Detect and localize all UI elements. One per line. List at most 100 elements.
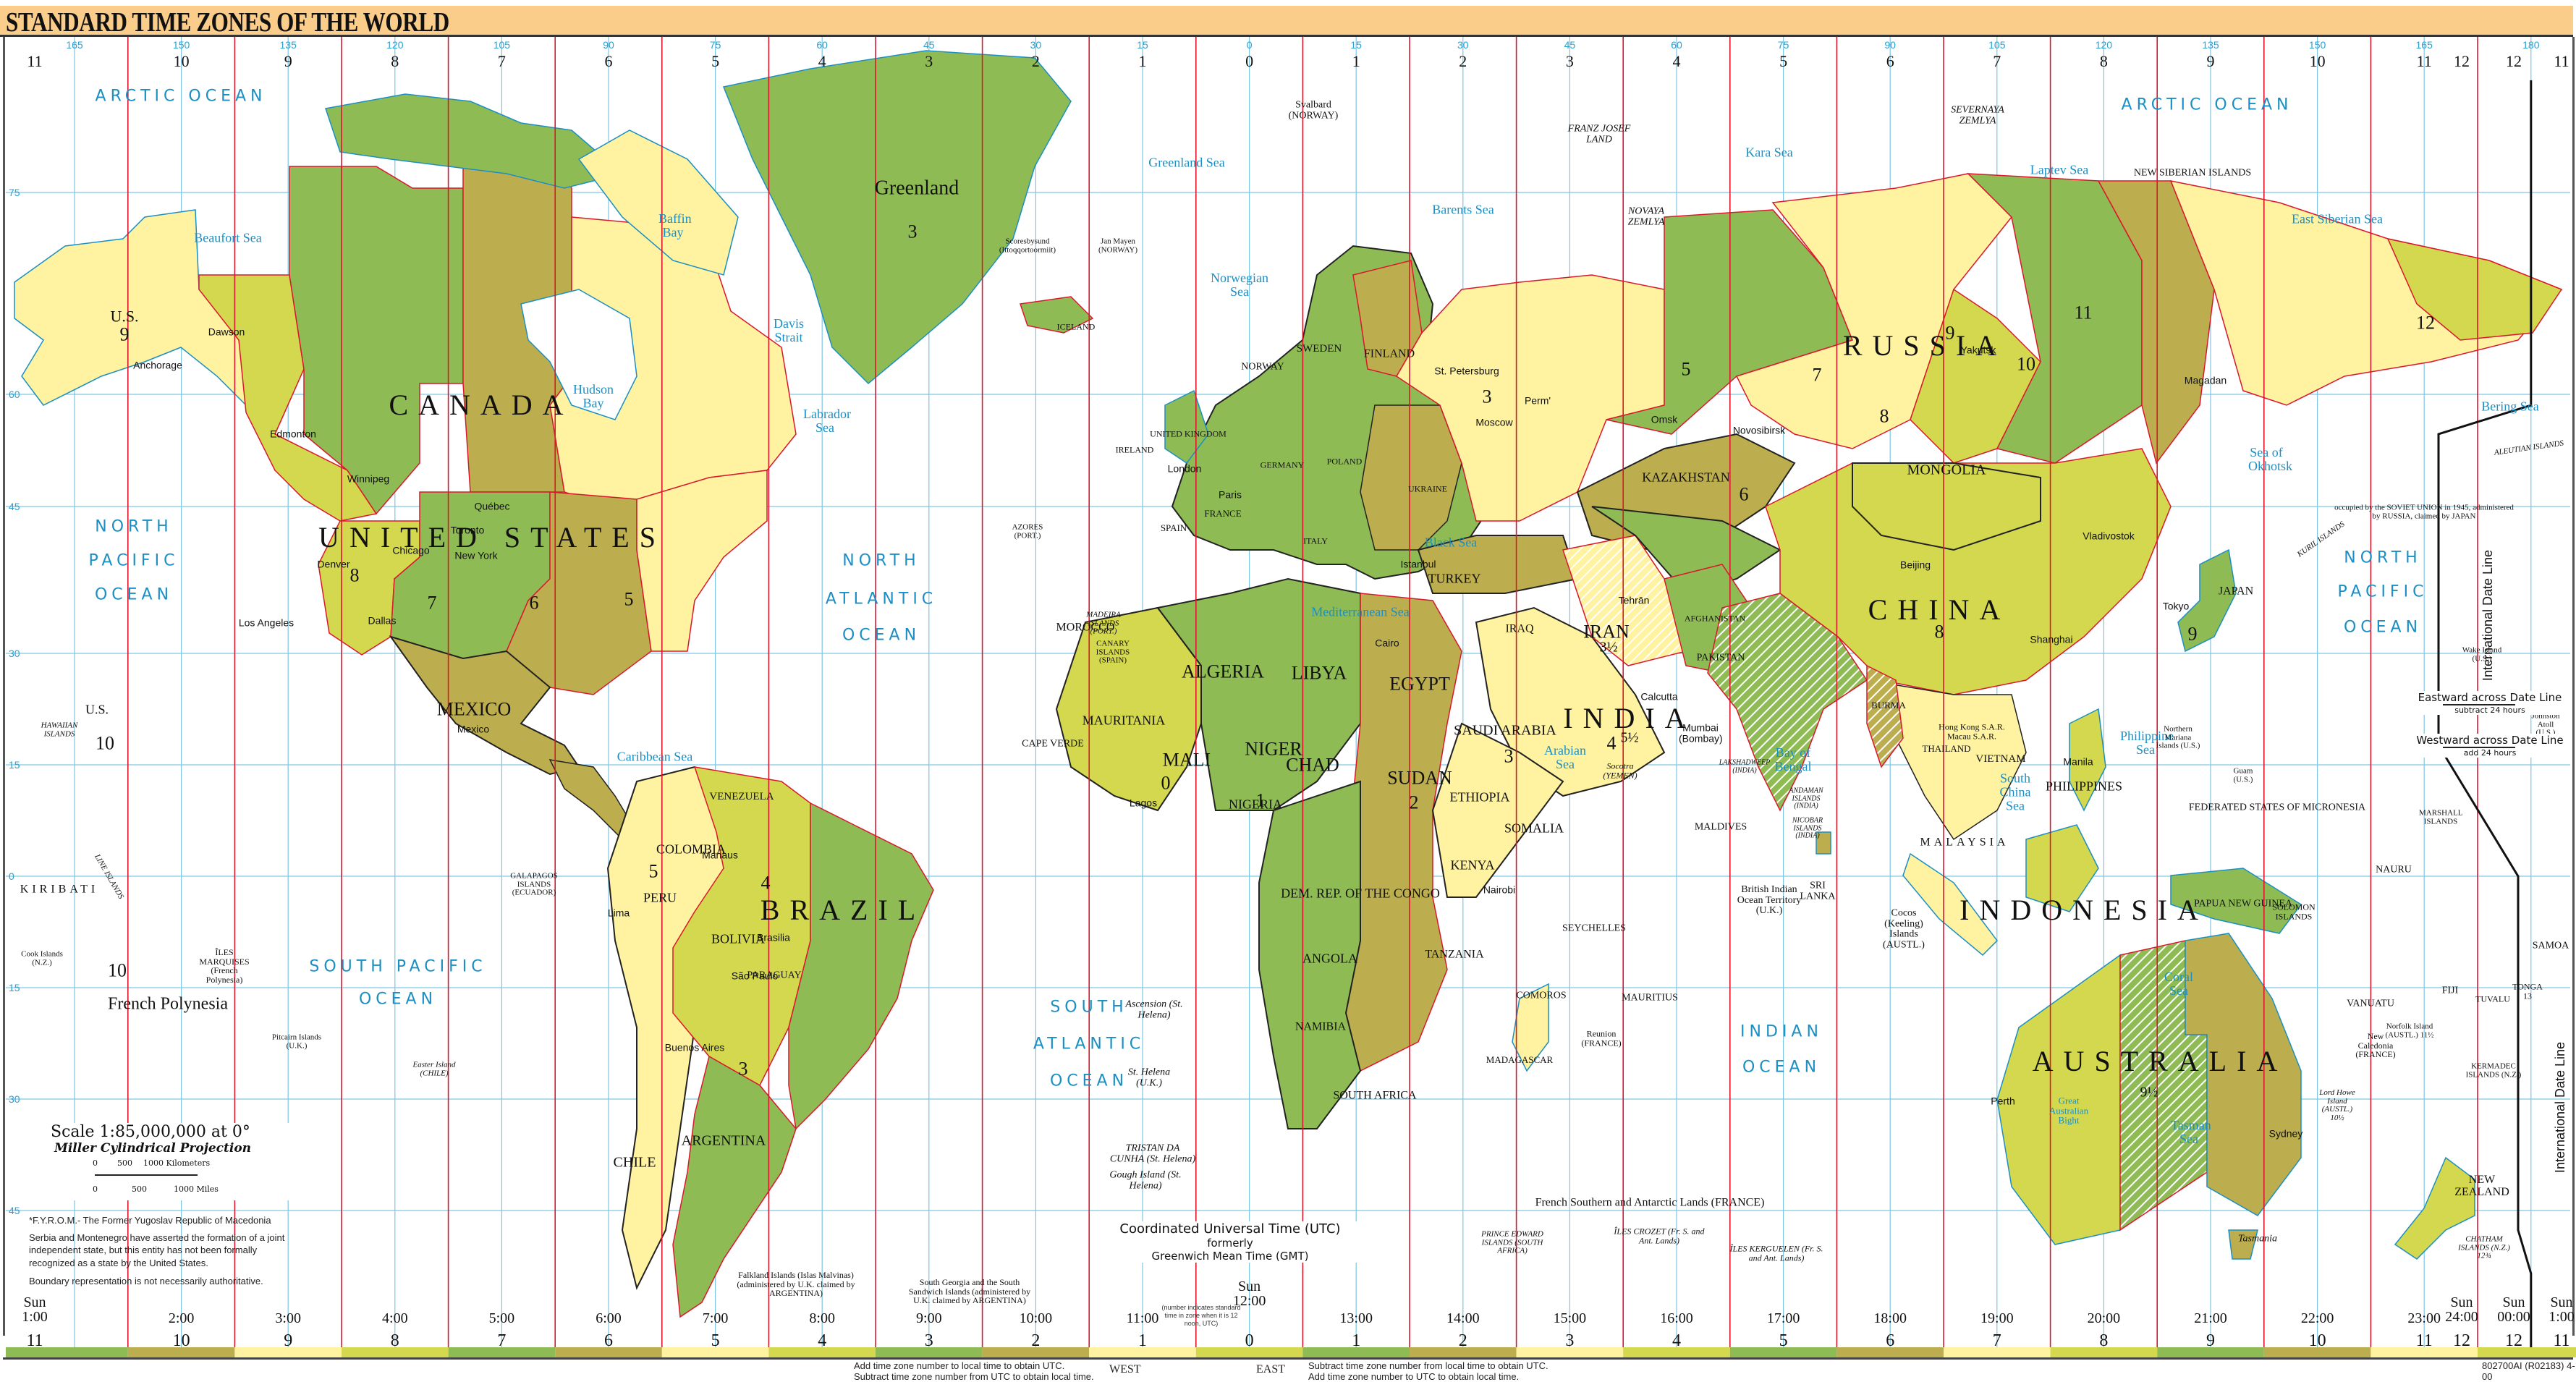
country-label: Greenland: [874, 177, 959, 200]
sea-label: Mediterranean Sea: [1311, 604, 1410, 619]
top-zone-number: 11: [2416, 52, 2432, 70]
sea-label: Great Australian Bight: [2048, 1095, 2089, 1126]
bottom-zone-number: 7: [1992, 1331, 2001, 1350]
ocean-label: ATLANTIC: [1033, 1035, 1145, 1054]
city-label: Mumbai (Bombay): [1679, 721, 1723, 744]
island-label: MADEIRA ISLANDS (PORT.): [1086, 610, 1121, 636]
zone-number: 8: [1879, 405, 1889, 427]
ocean-label: OCEAN: [1742, 1058, 1821, 1077]
island-label: COMOROS: [1516, 990, 1567, 1001]
bottom-zone-number: 12: [2505, 1331, 2522, 1350]
city-label: Buenos Aires: [664, 1041, 725, 1054]
country-label: SOUTH AFRICA: [1333, 1089, 1417, 1102]
ocean-label: PACIFIC: [88, 551, 179, 570]
country-label: MONGOLIA: [1907, 462, 1986, 478]
bottom-time-label: 4:00: [382, 1311, 408, 1326]
country-label: U.S.: [85, 702, 109, 717]
time-label: 5:00: [488, 1310, 515, 1326]
bottom-zone-number: 8: [2099, 1331, 2109, 1350]
bottom-time-label: 5:00: [489, 1311, 515, 1326]
westward-label: Westward across Date Line: [2416, 734, 2564, 747]
time-label: 17:00: [1766, 1310, 1800, 1326]
top-zone-number: 6: [1886, 52, 1894, 70]
island-label: occupied by the SOVIET UNION in 1945, ad…: [2334, 503, 2514, 520]
island-label: St. Helena (U.K.): [1127, 1067, 1171, 1088]
country-label: KIRIBATI: [20, 883, 99, 896]
land-africa-west: [1055, 606, 1202, 812]
island-label: TONGA 13: [2512, 981, 2543, 1001]
zone-number: 3½: [1599, 639, 1618, 656]
country-label: CHAD: [1286, 754, 1339, 776]
east-line1: Subtract time zone number from local tim…: [1308, 1360, 1548, 1371]
country-label: SUDAN: [1387, 767, 1452, 789]
island-label: Guam (U.S.): [2233, 766, 2253, 784]
bottom-time-label: 19:00: [1980, 1311, 2014, 1326]
longitude-tick-label: 105: [1988, 39, 2006, 51]
bottom-zone-number: 7: [497, 1331, 507, 1350]
ocean-label: NORTH: [842, 551, 920, 570]
latitude-tick-label: 30: [9, 648, 20, 659]
sea-label: Black Sea: [1424, 535, 1478, 550]
bottom-time-label: Sun 12:00: [1233, 1279, 1266, 1308]
longitude-tick-label: 75: [1777, 39, 1789, 51]
zone-number: 10: [2017, 353, 2035, 375]
country-label: SAUDI ARABIA: [1454, 722, 1556, 739]
island-label: LAKSHADWEEP (INDIA): [1719, 758, 1771, 774]
bottom-zone-number: 5: [1779, 1331, 1788, 1350]
bottom-zone-number: 6: [604, 1331, 613, 1350]
top-zone-number: 0: [1245, 52, 1254, 70]
bottom-time-label: 13:00: [1339, 1311, 1373, 1326]
island-label: ÎLES KERGUELEN (Fr. S. and Ant. Lands): [1729, 1243, 1823, 1263]
country-label: NEW ZEALAND: [2454, 1174, 2509, 1198]
longitude-tick-label: 165: [66, 39, 83, 51]
island-label: HAWAIIAN ISLANDS: [41, 721, 78, 738]
bottom-zone-number: 1: [1352, 1331, 1361, 1350]
sea-label: Sea of Okhotsk: [2248, 445, 2293, 473]
country-label: IRELAND: [1115, 444, 1154, 455]
utc-line2: formerly: [1207, 1237, 1253, 1250]
scale-km-tick: 1000 Kilometers: [143, 1158, 211, 1168]
country-label: ALGERIA: [1181, 661, 1265, 682]
time-label: 13:00: [1339, 1310, 1373, 1326]
zone-number: 7: [427, 592, 437, 614]
island-label: British Indian Ocean Territory (U.K.): [1737, 883, 1802, 917]
city-label: Dallas: [368, 614, 397, 627]
island-label: Pitcairn Islands (U.K.): [271, 1033, 322, 1050]
sea-label: Bay of Bengal: [1774, 745, 1812, 773]
west-line1: Add time zone number to local time to ob…: [854, 1360, 1065, 1371]
ocean-label: OCEAN: [2343, 618, 2423, 637]
time-label: 20:00: [2087, 1310, 2121, 1326]
longitude-tick-label: 120: [386, 39, 404, 51]
bottom-time-label: Sun 1:00: [22, 1295, 48, 1324]
band-bottom-rule: [3, 1357, 2573, 1360]
city-label: Toronto: [450, 524, 485, 536]
island-label: CANARY ISLANDS (SPAIN): [1096, 639, 1130, 665]
country-label: FINLAND: [1363, 347, 1415, 360]
country-label: PERU: [643, 890, 677, 905]
country-label: MALI: [1162, 749, 1211, 771]
island-label: FIJI: [2441, 985, 2459, 996]
city-label: Shanghai: [2030, 633, 2073, 645]
city-label: São Paulo: [731, 970, 779, 982]
ocean-label: ARCTIC OCEAN: [95, 87, 267, 106]
day-label: Sun: [2502, 1294, 2525, 1310]
day-label: Sun: [23, 1294, 46, 1310]
zone-number: 7: [1812, 364, 1822, 386]
longitude-tick-label: 15: [1137, 39, 1148, 51]
country-label: MAURITANIA: [1082, 713, 1166, 728]
bottom-time-label: Sun 00:00: [2497, 1295, 2530, 1324]
east-instructions: Subtract time zone number from local tim…: [1308, 1360, 1548, 1382]
bottom-zone-number: 5: [711, 1331, 720, 1350]
bottom-zone-number: 6: [1886, 1331, 1895, 1350]
top-zone-number: 5: [1779, 52, 1788, 70]
longitude-tick-label: 105: [493, 39, 511, 51]
island-label: Cocos (Keeling) Islands (AUSTL.): [1883, 907, 1925, 951]
ocean-label: OCEAN: [1049, 1072, 1129, 1090]
ocean-label: ARCTIC OCEAN: [2121, 96, 2293, 114]
island-label: MALDIVES: [1694, 821, 1747, 833]
bottom-zone-number: 12: [2453, 1331, 2470, 1350]
island-label: GALAPAGOS ISLANDS (ECUADOR): [510, 871, 558, 897]
top-zone-number: 7: [497, 52, 506, 70]
country-label: MEXICO: [436, 698, 512, 720]
country-label: ITALY: [1303, 535, 1328, 546]
